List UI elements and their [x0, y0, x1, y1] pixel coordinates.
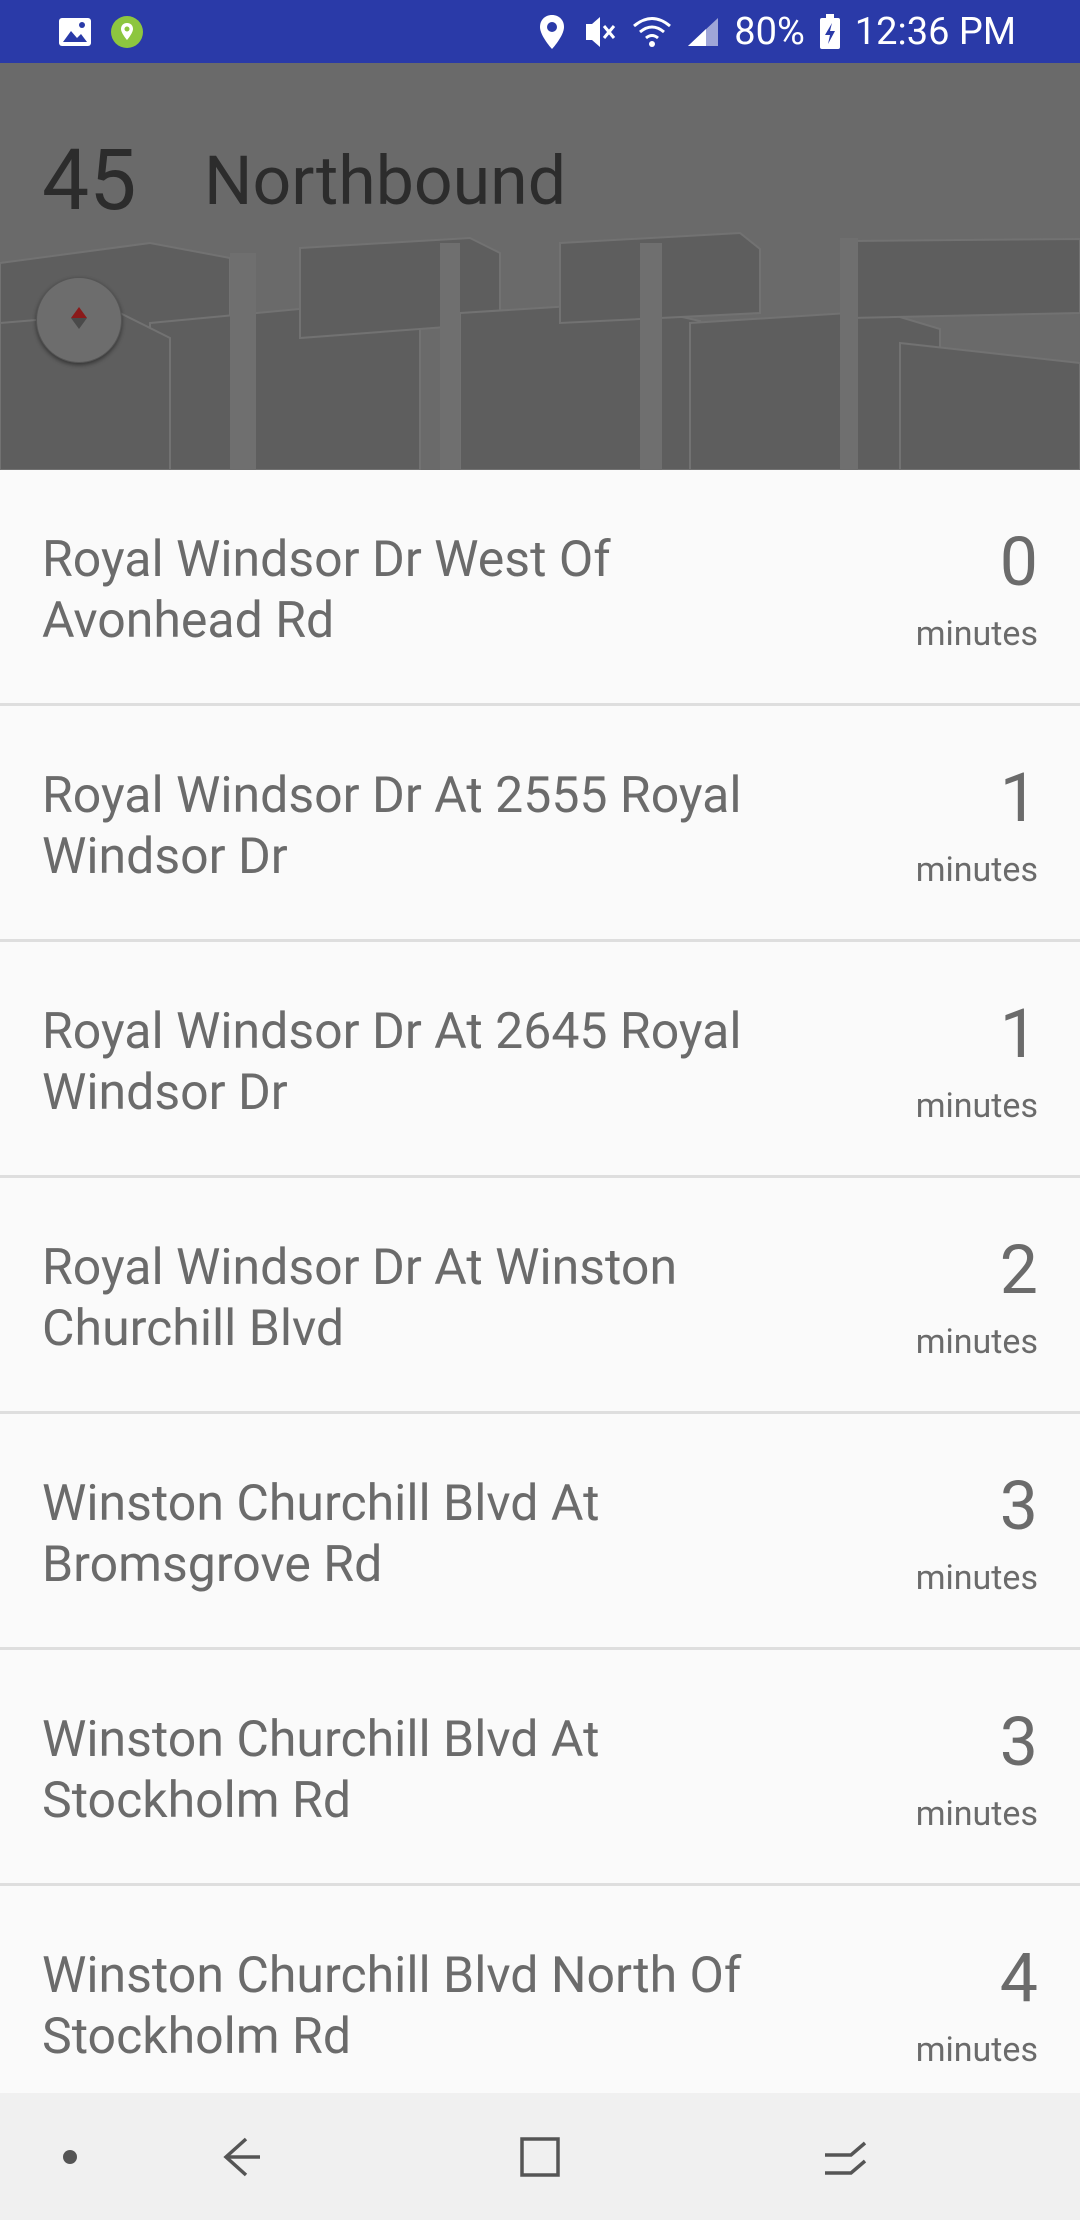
eta-unit: minutes	[915, 2030, 1038, 2070]
stop-name: Winston Churchill Blvd North Of Stockhol…	[42, 1947, 742, 2066]
stop-row[interactable]: Royal Windsor Dr At 2645 Royal Windsor D…	[0, 942, 1080, 1178]
stop-name: Winston Churchill Blvd At Bromsgrove Rd	[42, 1475, 600, 1594]
eta-value: 3	[999, 1466, 1038, 1546]
stop-name: Winston Churchill Blvd At Stockholm Rd	[42, 1711, 600, 1830]
map-background[interactable]	[0, 63, 1080, 470]
location-icon	[538, 14, 566, 50]
eta-value: 0	[999, 522, 1038, 602]
stop-row[interactable]: Royal Windsor Dr West Of Avonhead Rd 0 m…	[0, 470, 1080, 706]
eta-value: 1	[999, 994, 1038, 1074]
wifi-icon	[632, 15, 672, 49]
home-icon[interactable]	[500, 2093, 580, 2220]
compass-icon	[65, 304, 93, 336]
eta-unit: minutes	[915, 850, 1038, 890]
eta-unit: minutes	[915, 1558, 1038, 1598]
vibrate-mute-icon	[580, 14, 618, 50]
clock: 12:36 PM	[854, 9, 1016, 54]
stop-row[interactable]: Royal Windsor Dr At 2555 Royal Windsor D…	[0, 706, 1080, 942]
eta-unit: minutes	[915, 1086, 1038, 1126]
eta-unit: minutes	[915, 1322, 1038, 1362]
stop-name: Royal Windsor Dr At Winston Churchill Bl…	[42, 1239, 678, 1358]
route-header[interactable]: 45 Northbound	[0, 63, 1080, 470]
route-number: 45	[42, 131, 137, 230]
status-bar: 80% 12:36 PM	[0, 0, 1080, 63]
eta-value: 1	[999, 758, 1038, 838]
back-icon[interactable]	[200, 2093, 280, 2220]
signal-icon	[686, 16, 720, 48]
compass-button[interactable]	[36, 277, 122, 363]
stop-row[interactable]: Winston Churchill Blvd North Of Stockhol…	[0, 1886, 1080, 2093]
stop-name: Royal Windsor Dr At 2645 Royal Windsor D…	[42, 1003, 742, 1122]
stop-row[interactable]: Winston Churchill Blvd At Bromsgrove Rd …	[0, 1414, 1080, 1650]
stop-name: Royal Windsor Dr At 2555 Royal Windsor D…	[42, 767, 742, 886]
dot-icon[interactable]	[50, 2093, 90, 2220]
stop-list[interactable]: Royal Windsor Dr West Of Avonhead Rd 0 m…	[0, 470, 1080, 2093]
stop-name: Royal Windsor Dr West Of Avonhead Rd	[42, 531, 611, 650]
battery-charging-icon	[819, 13, 841, 50]
gallery-icon	[58, 17, 92, 47]
eta-value: 2	[999, 1230, 1038, 1310]
eta-value: 4	[999, 1938, 1038, 2018]
battery-percent: 80%	[734, 9, 805, 54]
route-direction: Northbound	[204, 141, 567, 221]
recents-icon[interactable]	[805, 2093, 885, 2220]
eta-unit: minutes	[915, 1794, 1038, 1834]
location-app-icon	[110, 15, 144, 49]
eta-unit: minutes	[915, 614, 1038, 654]
navigation-bar	[0, 2093, 1080, 2220]
stop-row[interactable]: Royal Windsor Dr At Winston Churchill Bl…	[0, 1178, 1080, 1414]
eta-value: 3	[999, 1702, 1038, 1782]
stop-row[interactable]: Winston Churchill Blvd At Stockholm Rd 3…	[0, 1650, 1080, 1886]
